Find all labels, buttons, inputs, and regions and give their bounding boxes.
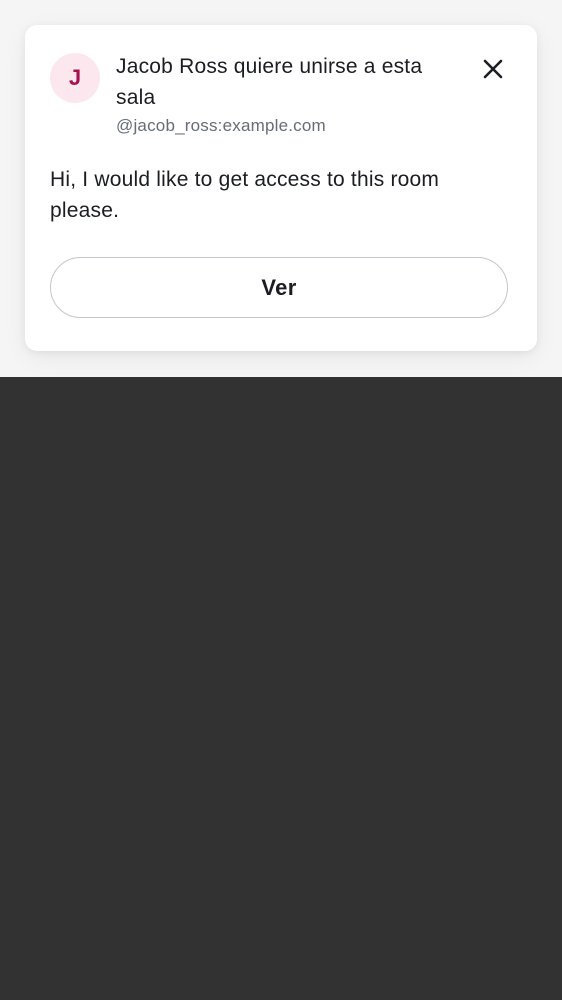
close-button[interactable] [477,53,509,85]
dark-background [0,377,562,1000]
avatar-initial: J [68,65,82,90]
avatar: J [50,53,100,103]
notification-title: Jacob Ross quiere unirse a esta sala [116,55,423,109]
user-id: @jacob_ross:example.com [116,116,326,135]
join-request-card: J Jacob Ross quiere unirse a esta sala @… [25,25,537,351]
view-button[interactable]: Ver [50,257,508,318]
request-message: Hi, I would like to get access to this r… [50,168,440,222]
view-button-label: Ver [261,274,297,300]
close-icon [483,59,503,79]
